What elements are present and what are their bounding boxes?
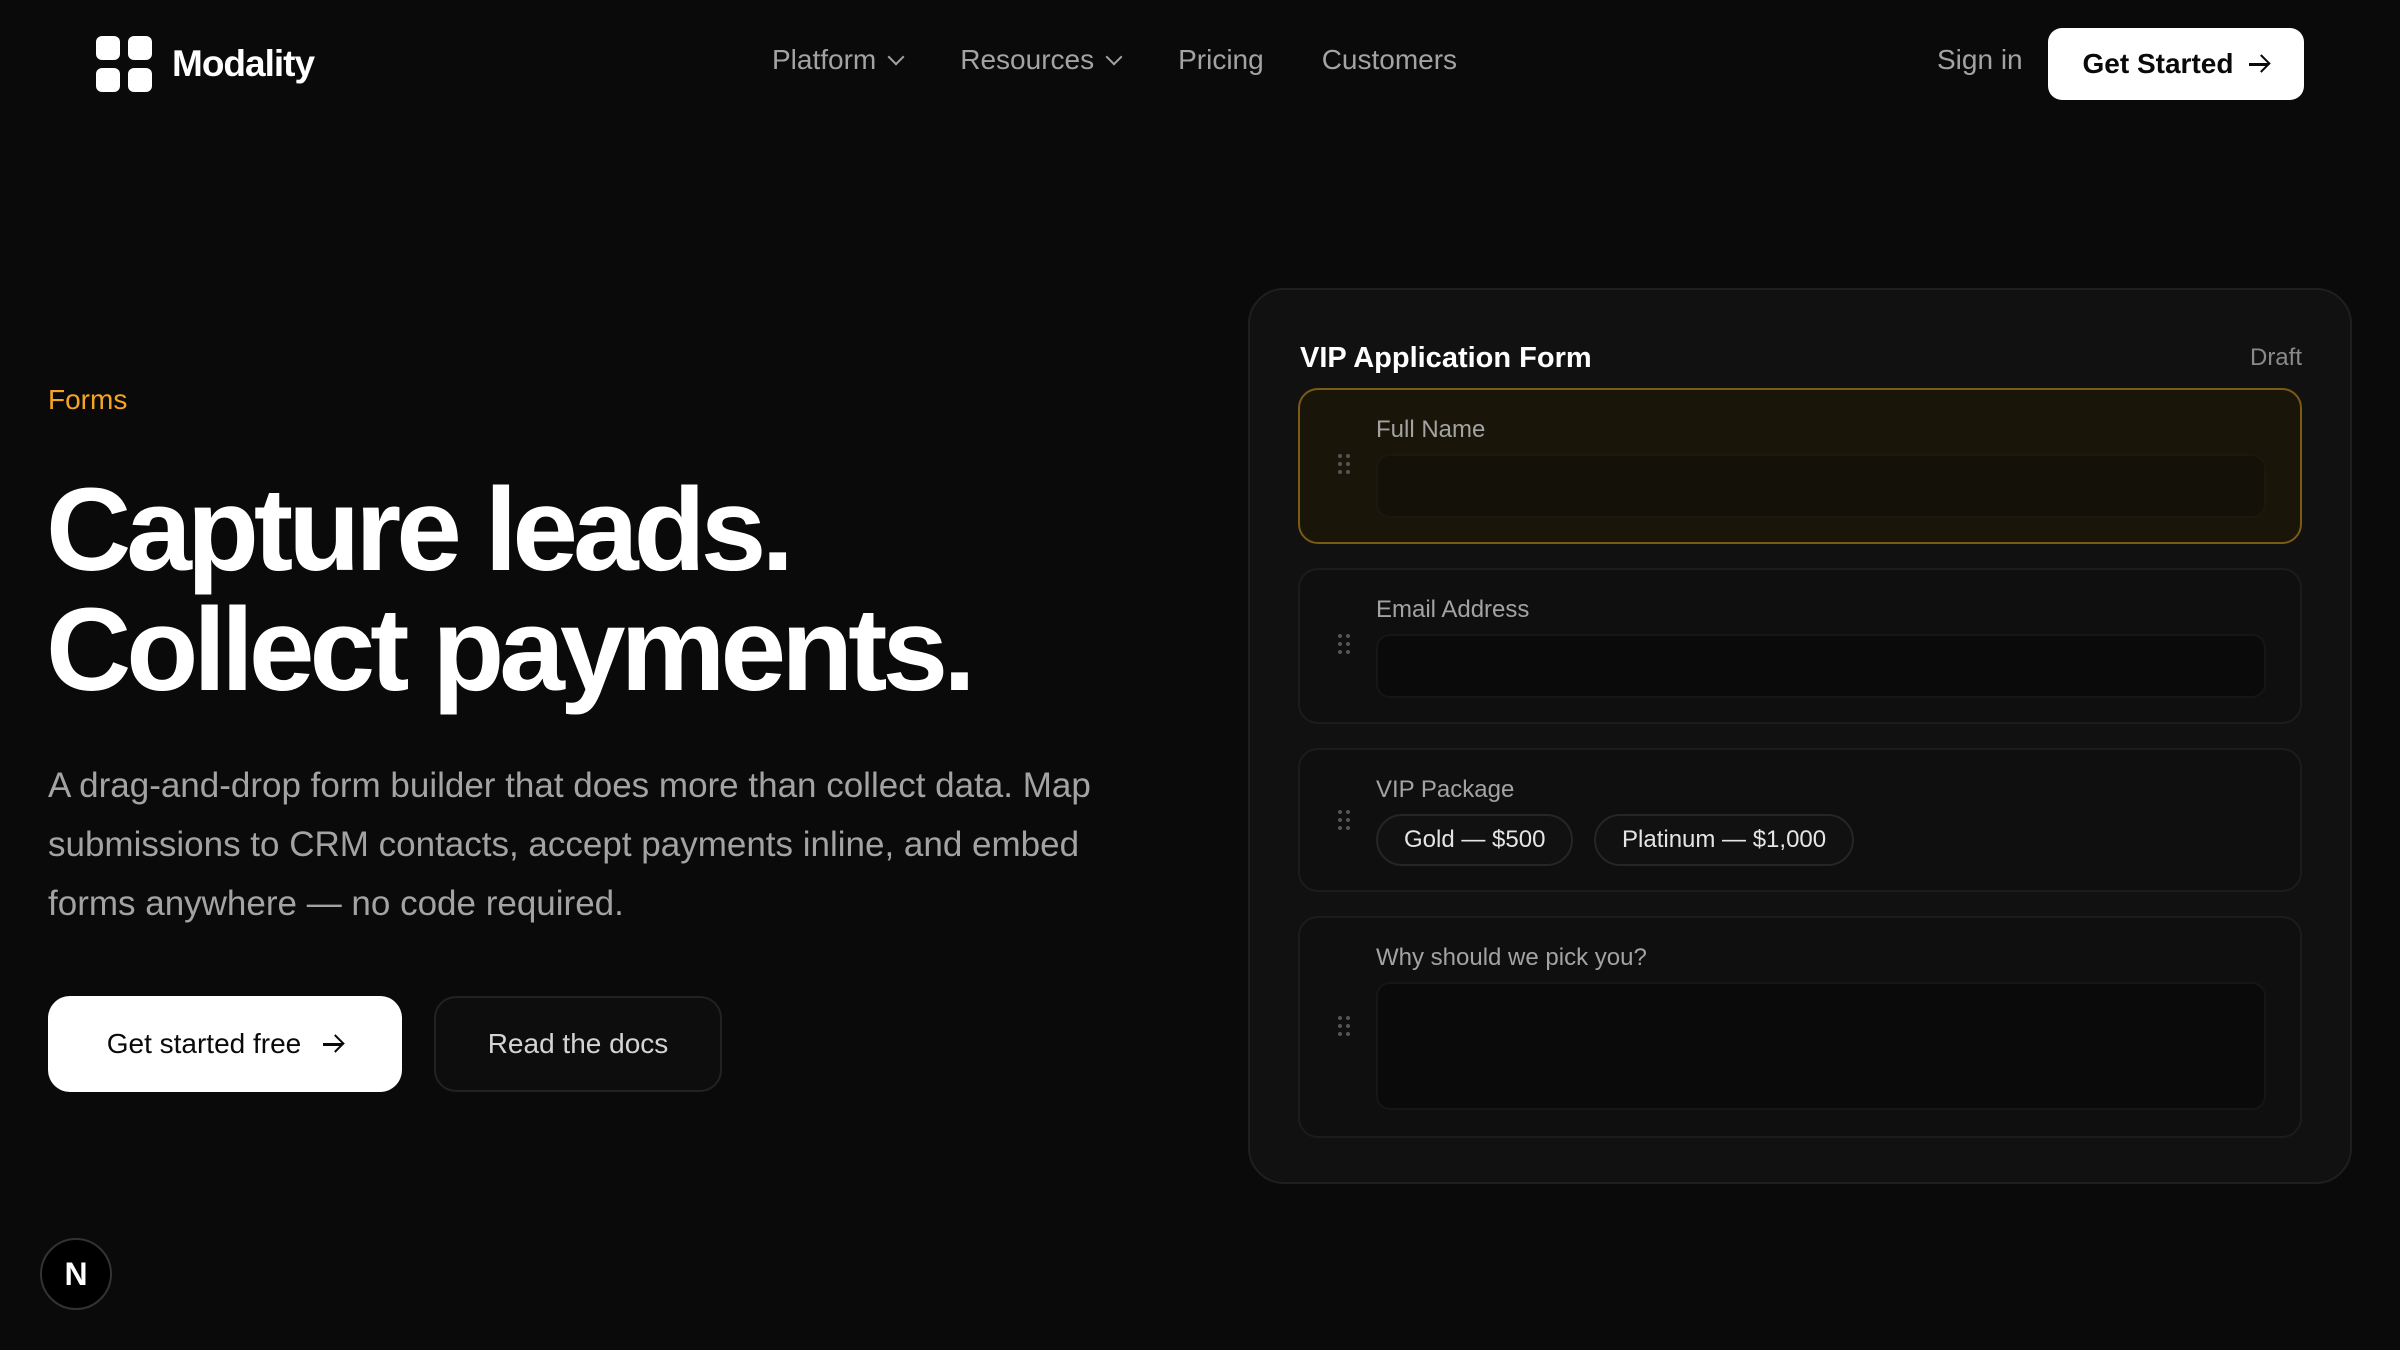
headline-line-2: Collect payments. <box>46 584 976 716</box>
read-docs-button[interactable]: Read the docs <box>434 996 722 1092</box>
drag-handle-icon[interactable] <box>1338 634 1350 654</box>
form-title: VIP Application Form <box>1300 342 1592 374</box>
button-label: Get started free <box>106 1028 302 1059</box>
full-name-input[interactable] <box>1376 454 2266 518</box>
form-status-badge: Draft <box>2249 344 2302 371</box>
get-started-label: Get Started <box>2082 48 2234 79</box>
top-nav: Modality Platform Resources Pricing Cust… <box>0 0 2400 128</box>
n-badge-icon[interactable]: N <box>40 1238 112 1310</box>
email-input[interactable] <box>1376 634 2266 698</box>
field-label: Why should we pick you? <box>1376 944 1647 971</box>
hero-description: A drag-and-drop form builder that does m… <box>48 766 1091 923</box>
package-option-gold[interactable]: Gold — $500 <box>1376 814 1574 866</box>
get-started-button[interactable]: Get Started <box>2048 28 2304 100</box>
brand-name: Modality <box>172 43 315 84</box>
sign-in-link[interactable]: Sign in <box>1937 44 2023 76</box>
section-eyebrow: Forms <box>48 384 128 415</box>
nav-item-platform[interactable]: Platform <box>772 44 905 76</box>
form-field-full-name[interactable]: Full Name <box>1298 388 2302 544</box>
arrow-right-icon <box>2249 55 2269 73</box>
reason-textarea[interactable] <box>1376 982 2266 1110</box>
hero-headline: Capture leads. Collect payments. <box>46 464 976 716</box>
nav-item-resources[interactable]: Resources <box>960 44 1123 76</box>
form-field-vip-package[interactable]: VIP Package Gold — $500 Platinum — $1,00… <box>1298 748 2302 892</box>
nav-links: Platform Resources Pricing Customers <box>772 44 1515 76</box>
page: Modality Platform Resources Pricing Cust… <box>0 0 2400 1350</box>
headline-line-1: Capture leads. <box>46 464 794 596</box>
drag-handle-icon[interactable] <box>1338 454 1350 474</box>
nav-item-pricing[interactable]: Pricing <box>1178 44 1264 76</box>
field-label: VIP Package <box>1376 776 1515 803</box>
form-field-reason[interactable]: Why should we pick you? <box>1298 916 2302 1138</box>
nav-item-customers[interactable]: Customers <box>1322 44 1457 76</box>
field-label: Email Address <box>1376 596 1530 623</box>
drag-handle-icon[interactable] <box>1338 810 1350 830</box>
nav-item-label: Resources <box>960 44 1095 75</box>
brand-logo[interactable]: Modality <box>96 36 315 92</box>
chevron-down-icon <box>1105 48 1123 66</box>
chevron-down-icon <box>887 48 905 66</box>
form-field-email[interactable]: Email Address <box>1298 568 2302 724</box>
get-started-free-button[interactable]: Get started free <box>48 996 402 1092</box>
drag-handle-icon[interactable] <box>1338 1016 1350 1036</box>
arrow-right-icon <box>323 1035 343 1053</box>
nav-item-label: Platform <box>772 44 877 75</box>
nav-item-label: Pricing <box>1178 44 1264 75</box>
nav-item-label: Customers <box>1321 44 1458 75</box>
form-preview-card: VIP Application Form Draft Full Name Ema… <box>1248 288 2352 1184</box>
package-option-platinum[interactable]: Platinum — $1,000 <box>1594 814 1855 866</box>
logo-grid-icon <box>96 36 152 92</box>
field-label: Full Name <box>1376 416 1486 443</box>
